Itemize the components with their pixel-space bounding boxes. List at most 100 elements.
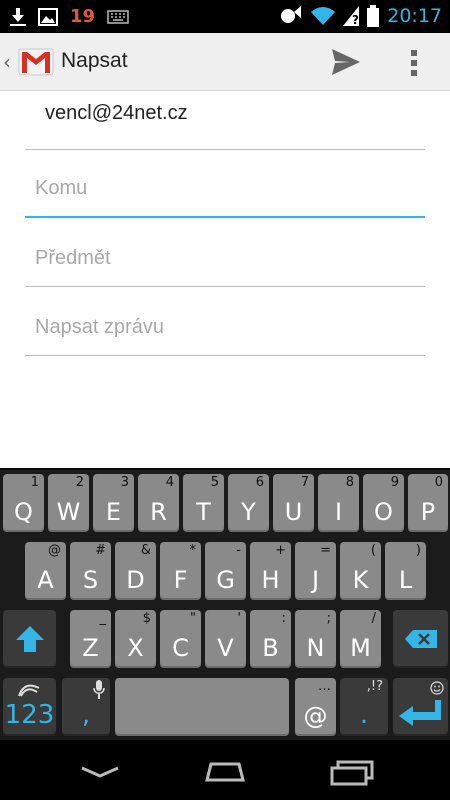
key-t[interactable]: 5T: [183, 474, 224, 532]
key-g[interactable]: -G: [205, 542, 246, 600]
at-key[interactable]: … @: [295, 678, 336, 736]
key-w[interactable]: 2W: [48, 474, 89, 532]
key-hint-label: ): [415, 543, 421, 558]
key-hint-label: ": [190, 611, 196, 626]
key-hint-label: -: [236, 543, 241, 558]
key-hint-label: 6: [255, 475, 264, 490]
wifi-icon: [311, 7, 336, 25]
key-label: V: [217, 634, 234, 662]
key-z[interactable]: _ Z: [70, 610, 111, 668]
key-label: X: [127, 634, 144, 662]
back-icon[interactable]: [70, 754, 130, 788]
key-label: Y: [241, 498, 256, 526]
key-hint-label: (: [370, 543, 376, 558]
image-icon: [38, 7, 58, 26]
key-hint-label: #: [95, 543, 106, 558]
up-chevron-icon[interactable]: ‹: [3, 50, 11, 74]
key-n[interactable]: ; N: [295, 610, 336, 668]
to-field[interactable]: [25, 168, 425, 208]
key-v[interactable]: ' V: [205, 610, 246, 668]
send-icon[interactable]: [330, 47, 362, 77]
key-s[interactable]: # S: [70, 542, 111, 600]
key-label: F: [173, 566, 188, 594]
from-account[interactable]: vencl@24net.cz: [45, 102, 188, 125]
key-label: M: [350, 634, 371, 662]
key-hint-label: 4: [165, 475, 174, 490]
key-c[interactable]: " C: [160, 610, 201, 668]
key-m[interactable]: / M: [340, 610, 381, 668]
key-label: J: [311, 566, 320, 594]
home-icon[interactable]: [195, 754, 255, 788]
key-f[interactable]: * F: [160, 542, 201, 600]
enter-key[interactable]: [393, 678, 448, 736]
compose-form: vencl@24net.cz: [0, 91, 450, 468]
notification-count: 19: [70, 6, 96, 27]
key-label: S: [82, 566, 99, 594]
key-q[interactable]: 1Q: [3, 474, 44, 532]
key-label: C: [172, 634, 189, 662]
status-bar: 19 ? 20:17: [0, 0, 450, 33]
key-u[interactable]: 7U: [273, 474, 314, 532]
key-o[interactable]: 9O: [363, 474, 404, 532]
key-d[interactable]: & D: [115, 542, 156, 600]
key-label: R: [150, 498, 167, 526]
key-l[interactable]: ) L: [385, 542, 426, 600]
key-label: Z: [82, 634, 99, 662]
subject-field[interactable]: [25, 238, 425, 278]
key-h[interactable]: + H: [250, 542, 291, 600]
key-hint-label: 2: [75, 475, 84, 490]
key-label: K: [352, 566, 369, 594]
shift-key[interactable]: [3, 610, 56, 668]
key-r[interactable]: 4R: [138, 474, 179, 532]
battery-icon: [367, 5, 380, 27]
key-label: E: [105, 498, 122, 526]
gmail-icon[interactable]: [18, 43, 54, 79]
microphone-icon: [93, 680, 105, 699]
page-title: Napsat: [61, 49, 128, 72]
key-label: .: [359, 700, 369, 730]
overflow-menu-icon[interactable]: [404, 47, 424, 79]
key-i[interactable]: 8I: [318, 474, 359, 532]
key-label: T: [196, 498, 211, 526]
key-j[interactable]: = J: [295, 542, 336, 600]
key-label: A: [37, 566, 54, 594]
key-x[interactable]: $ X: [115, 610, 156, 668]
key-hint-label: 3: [120, 475, 129, 490]
key-label: W: [56, 498, 81, 526]
swype-icon: [18, 684, 40, 697]
alarm-icon: [281, 6, 302, 23]
key-label: H: [261, 566, 280, 594]
key-label: N: [306, 634, 325, 662]
keyboard-icon: [107, 9, 129, 24]
key-label: D: [126, 566, 145, 594]
subject-underline: [25, 286, 425, 287]
key-label: Q: [14, 498, 33, 526]
key-hint-label: …: [318, 679, 331, 694]
space-key[interactable]: [115, 678, 289, 736]
key-hint-label: $: [142, 611, 151, 626]
shift-arrow-icon: [16, 626, 44, 652]
key-label: I: [334, 498, 343, 526]
action-bar: ‹ Napsat: [0, 33, 450, 91]
backspace-key[interactable]: [393, 610, 448, 668]
recents-icon[interactable]: [322, 754, 382, 788]
period-key[interactable]: ,!?.: [340, 678, 388, 736]
key-hint-label: 9: [390, 475, 399, 490]
key-e[interactable]: 3E: [93, 474, 134, 532]
smiley-icon: [430, 681, 444, 695]
numbers-key[interactable]: 123: [3, 678, 56, 736]
key-hint-label: 5: [210, 475, 219, 490]
key-hint-label: /: [371, 611, 376, 626]
key-hint-label: :: [281, 611, 286, 626]
key-hint-label: _: [99, 611, 107, 626]
key-k[interactable]: (K: [340, 542, 381, 600]
key-p[interactable]: 0P: [408, 474, 448, 532]
comma-key[interactable]: ,: [62, 678, 110, 736]
key-y[interactable]: 6Y: [228, 474, 269, 532]
key-a[interactable]: @ A: [25, 542, 66, 600]
key-hint-label: *: [189, 543, 197, 558]
key-b[interactable]: :B: [250, 610, 291, 668]
body-field[interactable]: [25, 307, 425, 347]
key-hint-label: ;: [326, 611, 331, 626]
enter-icon: [399, 700, 441, 726]
